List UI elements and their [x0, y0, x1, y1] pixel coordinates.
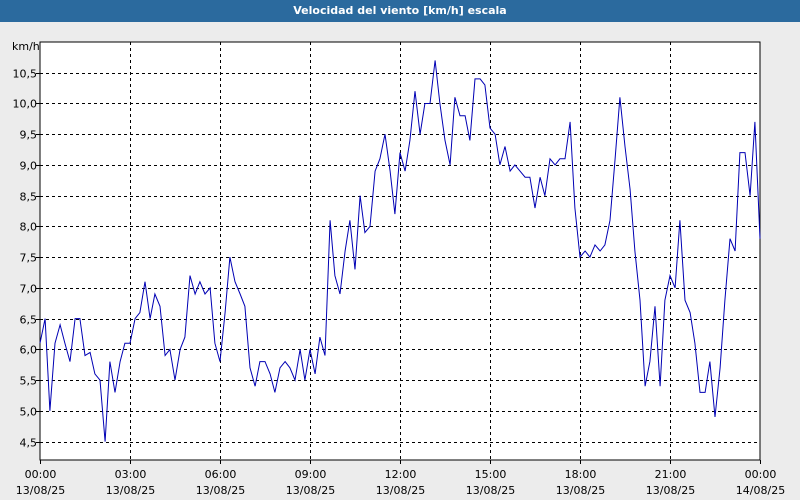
x-tick-date-label: 13/08/25 [286, 484, 335, 497]
x-tick-date-label: 13/08/25 [376, 484, 425, 497]
x-tick-time-label: 03:00 [115, 468, 147, 481]
y-tick-label: 7,0 [20, 283, 38, 296]
chart-title: Velocidad del viento [km/h] escala [0, 0, 800, 22]
y-tick-label: 9,0 [20, 160, 38, 173]
x-tick-date-label: 13/08/25 [16, 484, 65, 497]
wind-speed-chart: 4,5 5,0 5,5 6,0 6,5 7,0 7,5 8,0 8,5 9,0 9,5 10,0 10,… [12, 40, 785, 497]
x-tick-time-label: 00:00 [25, 468, 57, 481]
y-tick-label: 6,5 [20, 314, 38, 327]
y-tick-label: 9,5 [20, 129, 38, 142]
x-tick-date-label: 13/08/25 [106, 484, 155, 497]
y-axis-ticks: 4,5 5,0 5,5 6,0 6,5 7,0 7,5 8,0 8,5 9,0 9,5 10,0 10,… [13, 68, 40, 450]
y-tick-label: 10,0 [13, 98, 38, 111]
x-tick-time-label: 12:00 [385, 468, 417, 481]
y-tick-label: 8,0 [20, 221, 38, 234]
x-tick-time-label: 18:00 [565, 468, 597, 481]
x-tick-date-label: 13/08/25 [646, 484, 695, 497]
y-axis-unit-label: km/h [12, 40, 40, 53]
x-tick-time-label: 06:00 [205, 468, 237, 481]
x-tick-date-label: 13/08/25 [556, 484, 605, 497]
y-tick-label: 10,5 [13, 68, 38, 81]
x-tick-date-label: 13/08/25 [466, 484, 515, 497]
y-tick-label: 7,5 [20, 252, 38, 265]
x-axis-ticks: 00:00 13/08/25 03:00 13/08/25 06:00 13/08/25 0… [16, 460, 785, 497]
y-tick-label: 4,5 [20, 437, 38, 450]
x-tick-time-label: 15:00 [475, 468, 507, 481]
x-tick-date-label: 14/08/25 [736, 484, 785, 497]
x-tick-date-label: 13/08/25 [196, 484, 245, 497]
x-tick-time-label: 21:00 [655, 468, 687, 481]
x-tick-time-label: 00:00 [745, 468, 777, 481]
y-tick-label: 8,5 [20, 191, 38, 204]
y-tick-label: 5,0 [20, 406, 38, 419]
y-tick-label: 5,5 [20, 375, 38, 388]
x-tick-time-label: 09:00 [295, 468, 327, 481]
y-tick-label: 6,0 [20, 344, 38, 357]
